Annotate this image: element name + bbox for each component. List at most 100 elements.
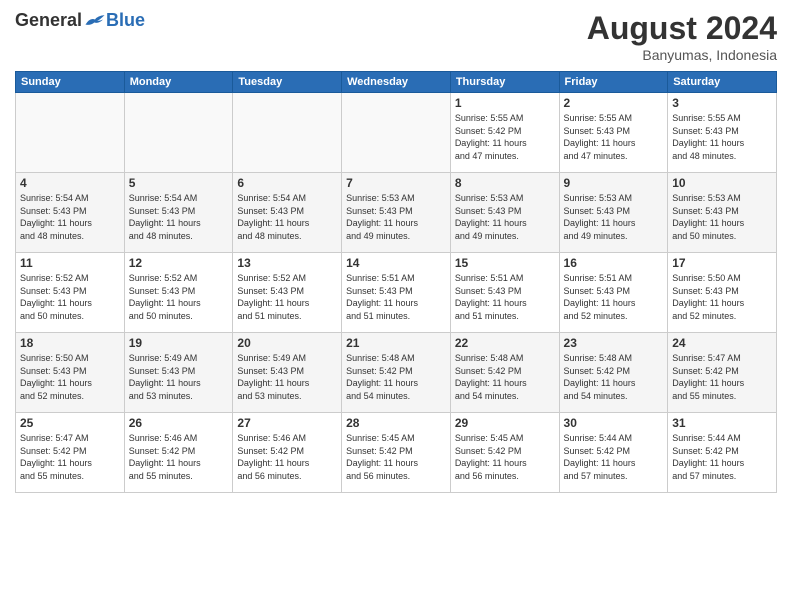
- calendar-cell: [124, 93, 233, 173]
- calendar-cell: 10Sunrise: 5:53 AM Sunset: 5:43 PM Dayli…: [668, 173, 777, 253]
- calendar-cell: 24Sunrise: 5:47 AM Sunset: 5:42 PM Dayli…: [668, 333, 777, 413]
- calendar-cell: 3 Sunrise: 5:55 AM Sunset: 5:43 PM Daylig…: [668, 93, 777, 173]
- calendar-cell: 31Sunrise: 5:44 AM Sunset: 5:42 PM Dayli…: [668, 413, 777, 493]
- day-info: Sunrise: 5:51 AM Sunset: 5:43 PM Dayligh…: [455, 272, 555, 322]
- day-number: 22: [455, 336, 555, 350]
- calendar-cell: 8 Sunrise: 5:53 AM Sunset: 5:43 PM Daylig…: [450, 173, 559, 253]
- day-info: Sunrise: 5:53 AM Sunset: 5:43 PM Dayligh…: [455, 192, 555, 242]
- day-number: 7: [346, 176, 446, 190]
- day-number: 29: [455, 416, 555, 430]
- calendar-cell: 21 Sunrise: 5:48 AM Sunset: 5:42 PM Dayli…: [342, 333, 451, 413]
- day-number: 8: [455, 176, 555, 190]
- calendar-cell: 13 Sunrise: 5:52 AM Sunset: 5:43 PM Dayli…: [233, 253, 342, 333]
- day-number: 5: [129, 176, 229, 190]
- day-info: Sunrise: 5:48 AM Sunset: 5:42 PM Dayligh…: [564, 352, 664, 402]
- day-info: Sunrise: 5:51 AM Sunset: 5:43 PM Dayligh…: [564, 272, 664, 322]
- day-info: Sunrise: 5:55 AM Sunset: 5:42 PM Dayligh…: [455, 112, 555, 162]
- calendar-cell: [233, 93, 342, 173]
- logo-bird-icon: [84, 12, 106, 30]
- day-info: Sunrise: 5:50 AM Sunset: 5:43 PM Dayligh…: [20, 352, 120, 402]
- day-number: 23: [564, 336, 664, 350]
- calendar-cell: 25Sunrise: 5:47 AM Sunset: 5:42 PM Dayli…: [16, 413, 125, 493]
- calendar-week-1: 1 Sunrise: 5:55 AM Sunset: 5:42 PM Daylig…: [16, 93, 777, 173]
- day-number: 4: [20, 176, 120, 190]
- calendar-cell: 5 Sunrise: 5:54 AM Sunset: 5:43 PM Daylig…: [124, 173, 233, 253]
- day-number: 18: [20, 336, 120, 350]
- day-info: Sunrise: 5:55 AM Sunset: 5:43 PM Dayligh…: [672, 112, 772, 162]
- day-info: Sunrise: 5:46 AM Sunset: 5:42 PM Dayligh…: [237, 432, 337, 482]
- day-number: 13: [237, 256, 337, 270]
- logo-general-text: General: [15, 10, 82, 31]
- calendar-cell: 22 Sunrise: 5:48 AM Sunset: 5:42 PM Dayli…: [450, 333, 559, 413]
- calendar-week-4: 18 Sunrise: 5:50 AM Sunset: 5:43 PM Dayli…: [16, 333, 777, 413]
- day-number: 16: [564, 256, 664, 270]
- day-info: Sunrise: 5:45 AM Sunset: 5:42 PM Dayligh…: [455, 432, 555, 482]
- day-number: 21: [346, 336, 446, 350]
- day-info: Sunrise: 5:48 AM Sunset: 5:42 PM Dayligh…: [455, 352, 555, 402]
- weekday-header-wednesday: Wednesday: [342, 72, 451, 93]
- calendar-week-2: 4 Sunrise: 5:54 AM Sunset: 5:43 PM Daylig…: [16, 173, 777, 253]
- calendar-week-5: 25Sunrise: 5:47 AM Sunset: 5:42 PM Dayli…: [16, 413, 777, 493]
- calendar-table: SundayMondayTuesdayWednesdayThursdayFrid…: [15, 71, 777, 493]
- calendar-cell: [16, 93, 125, 173]
- day-number: 12: [129, 256, 229, 270]
- calendar-cell: 6 Sunrise: 5:54 AM Sunset: 5:43 PM Daylig…: [233, 173, 342, 253]
- day-info: Sunrise: 5:49 AM Sunset: 5:43 PM Dayligh…: [237, 352, 337, 402]
- calendar-cell: 26 Sunrise: 5:46 AM Sunset: 5:42 PM Dayli…: [124, 413, 233, 493]
- day-number: 14: [346, 256, 446, 270]
- page-container: General Blue August 2024 Banyumas, Indon…: [0, 0, 792, 612]
- calendar-cell: 28Sunrise: 5:45 AM Sunset: 5:42 PM Dayli…: [342, 413, 451, 493]
- weekday-header-thursday: Thursday: [450, 72, 559, 93]
- day-info: Sunrise: 5:52 AM Sunset: 5:43 PM Dayligh…: [237, 272, 337, 322]
- calendar-cell: 16 Sunrise: 5:51 AM Sunset: 5:43 PM Dayli…: [559, 253, 668, 333]
- day-number: 6: [237, 176, 337, 190]
- day-number: 1: [455, 96, 555, 110]
- day-info: Sunrise: 5:54 AM Sunset: 5:43 PM Dayligh…: [237, 192, 337, 242]
- day-number: 28: [346, 416, 446, 430]
- month-title: August 2024: [587, 10, 777, 47]
- day-info: Sunrise: 5:48 AM Sunset: 5:42 PM Dayligh…: [346, 352, 446, 402]
- day-number: 25: [20, 416, 120, 430]
- day-number: 3: [672, 96, 772, 110]
- calendar-cell: 7 Sunrise: 5:53 AM Sunset: 5:43 PM Daylig…: [342, 173, 451, 253]
- weekday-header-sunday: Sunday: [16, 72, 125, 93]
- weekday-header-friday: Friday: [559, 72, 668, 93]
- day-number: 19: [129, 336, 229, 350]
- calendar-cell: 9Sunrise: 5:53 AM Sunset: 5:43 PM Daylig…: [559, 173, 668, 253]
- day-info: Sunrise: 5:53 AM Sunset: 5:43 PM Dayligh…: [346, 192, 446, 242]
- day-info: Sunrise: 5:54 AM Sunset: 5:43 PM Dayligh…: [129, 192, 229, 242]
- day-info: Sunrise: 5:46 AM Sunset: 5:42 PM Dayligh…: [129, 432, 229, 482]
- logo: General Blue: [15, 10, 145, 31]
- header: General Blue August 2024 Banyumas, Indon…: [15, 10, 777, 63]
- calendar-cell: 11Sunrise: 5:52 AM Sunset: 5:43 PM Dayli…: [16, 253, 125, 333]
- calendar-cell: 19 Sunrise: 5:49 AM Sunset: 5:43 PM Dayli…: [124, 333, 233, 413]
- weekday-header-saturday: Saturday: [668, 72, 777, 93]
- calendar-cell: 14 Sunrise: 5:51 AM Sunset: 5:43 PM Dayli…: [342, 253, 451, 333]
- day-number: 15: [455, 256, 555, 270]
- calendar-cell: 30Sunrise: 5:44 AM Sunset: 5:42 PM Dayli…: [559, 413, 668, 493]
- calendar-cell: 4 Sunrise: 5:54 AM Sunset: 5:43 PM Daylig…: [16, 173, 125, 253]
- day-info: Sunrise: 5:51 AM Sunset: 5:43 PM Dayligh…: [346, 272, 446, 322]
- logo-blue-text: Blue: [106, 10, 145, 31]
- calendar-cell: 29 Sunrise: 5:45 AM Sunset: 5:42 PM Dayli…: [450, 413, 559, 493]
- day-info: Sunrise: 5:49 AM Sunset: 5:43 PM Dayligh…: [129, 352, 229, 402]
- day-info: Sunrise: 5:50 AM Sunset: 5:43 PM Dayligh…: [672, 272, 772, 322]
- day-info: Sunrise: 5:53 AM Sunset: 5:43 PM Dayligh…: [672, 192, 772, 242]
- calendar-cell: 20Sunrise: 5:49 AM Sunset: 5:43 PM Dayli…: [233, 333, 342, 413]
- weekday-header-monday: Monday: [124, 72, 233, 93]
- day-info: Sunrise: 5:54 AM Sunset: 5:43 PM Dayligh…: [20, 192, 120, 242]
- day-info: Sunrise: 5:47 AM Sunset: 5:42 PM Dayligh…: [672, 352, 772, 402]
- calendar-week-3: 11Sunrise: 5:52 AM Sunset: 5:43 PM Dayli…: [16, 253, 777, 333]
- day-number: 2: [564, 96, 664, 110]
- weekday-header-tuesday: Tuesday: [233, 72, 342, 93]
- calendar-cell: 18 Sunrise: 5:50 AM Sunset: 5:43 PM Dayli…: [16, 333, 125, 413]
- calendar-cell: 1 Sunrise: 5:55 AM Sunset: 5:42 PM Daylig…: [450, 93, 559, 173]
- calendar-cell: 12Sunrise: 5:52 AM Sunset: 5:43 PM Dayli…: [124, 253, 233, 333]
- day-number: 26: [129, 416, 229, 430]
- weekday-header-row: SundayMondayTuesdayWednesdayThursdayFrid…: [16, 72, 777, 93]
- day-info: Sunrise: 5:55 AM Sunset: 5:43 PM Dayligh…: [564, 112, 664, 162]
- calendar-cell: 23 Sunrise: 5:48 AM Sunset: 5:42 PM Dayli…: [559, 333, 668, 413]
- calendar-cell: [342, 93, 451, 173]
- day-number: 27: [237, 416, 337, 430]
- day-number: 9: [564, 176, 664, 190]
